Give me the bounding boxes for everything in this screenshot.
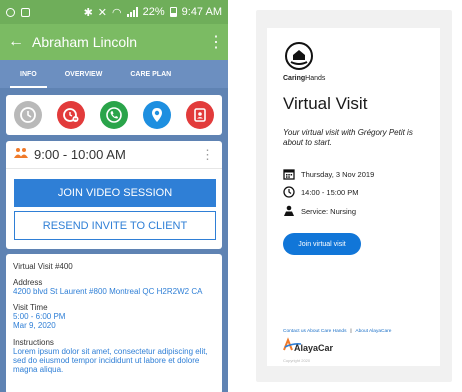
- svg-text:AlayaCare: AlayaCare: [294, 343, 333, 353]
- brand-name: CaringHands: [283, 75, 326, 82]
- address-value[interactable]: 4200 blvd St Laurent #800 Montreal QC H2…: [13, 287, 215, 296]
- visit-time-value: 5:00 - 6:00 PM: [13, 312, 66, 322]
- status-bar: ✱ ✕ ◠ 22% 9:47 AM: [0, 0, 228, 24]
- footer-separator: ||: [349, 329, 353, 334]
- clock-icon[interactable]: [13, 101, 42, 129]
- footer-links: Contact us About Care Hands || About Ala…: [283, 329, 391, 334]
- caregivers-icon: [14, 146, 28, 164]
- mute-icon: ✕: [97, 6, 107, 19]
- contact-card-icon[interactable]: [186, 101, 215, 129]
- visit-details-card: Virtual Visit #400 Address 4200 blvd St …: [6, 254, 222, 392]
- tab-bar: INFO OVERVIEW CARE PLAN: [0, 60, 228, 88]
- instructions-label: Instructions: [13, 337, 54, 347]
- signal-icon: [126, 7, 138, 17]
- visit-time-label: Visit Time: [13, 303, 48, 313]
- battery-percent: 22%: [142, 6, 165, 18]
- virtual-visit-card: CaringHands Virtual Visit Your virtual v…: [267, 28, 440, 366]
- about-alayacare-link[interactable]: About AlayaCare: [355, 329, 391, 334]
- address-label: Address: [13, 278, 43, 287]
- visit-time-range: 9:00 - 10:00 AM: [34, 147, 126, 162]
- caring-hands-logo-icon: [284, 41, 314, 76]
- join-video-session-button[interactable]: JOIN VIDEO SESSION: [14, 179, 216, 207]
- battery-icon: [169, 7, 177, 17]
- join-virtual-visit-button[interactable]: Join virtual visit: [283, 233, 361, 255]
- tab-overview[interactable]: OVERVIEW: [51, 60, 117, 88]
- back-arrow-icon[interactable]: ←: [8, 33, 32, 51]
- contact-us-link[interactable]: Contact us: [283, 329, 306, 334]
- more-vert-icon[interactable]: ⋮: [208, 32, 224, 52]
- visit-time-row: 9:00 - 10:00 AM ⋮: [6, 141, 222, 169]
- instructions-value: Lorem ipsum dolor sit amet, consectetur …: [13, 346, 208, 374]
- tab-info[interactable]: INFO: [6, 60, 51, 88]
- caregiver-icon: [283, 205, 295, 217]
- tab-care-plan[interactable]: CARE PLAN: [116, 60, 185, 88]
- clock-off-icon[interactable]: [56, 101, 85, 129]
- about-care-hands-link[interactable]: About Care Hands: [307, 329, 346, 334]
- notification-icon: [6, 7, 15, 17]
- visit-date-value: Mar 9, 2020: [13, 321, 56, 331]
- visit-time-info-row: 14:00 - 15:00 PM: [283, 186, 359, 198]
- visit-more-icon[interactable]: ⋮: [201, 147, 214, 163]
- bluetooth-icon: ✱: [83, 6, 93, 19]
- visit-number: Virtual Visit #400: [13, 262, 73, 271]
- visit-service-row: Service: Nursing: [283, 205, 356, 217]
- calendar-icon: [283, 168, 295, 180]
- clock-outline-icon: [283, 186, 295, 198]
- app-bar: ← Abraham Lincoln ⋮: [0, 24, 228, 60]
- page-title: Virtual Visit: [283, 94, 368, 113]
- image-notification-icon: [21, 7, 30, 17]
- copyright-text: Copyright 2020: [283, 358, 311, 363]
- visit-service: Service: Nursing: [301, 206, 357, 216]
- visit-date-row: Thursday, 3 Nov 2019: [283, 168, 374, 180]
- visit-date: Thursday, 3 Nov 2019: [301, 169, 375, 179]
- mobile-app-screen: ✱ ✕ ◠ 22% 9:47 AM ← Abraham Lincoln ⋮ IN…: [0, 0, 228, 392]
- visit-message: Your virtual visit with Grégory Petit is…: [283, 128, 413, 147]
- phone-icon[interactable]: [99, 101, 128, 129]
- status-time: 9:47 AM: [181, 6, 222, 18]
- client-name-title: Abraham Lincoln: [32, 34, 138, 50]
- resend-invite-button[interactable]: RESEND INVITE TO CLIENT: [14, 211, 216, 240]
- location-pin-icon[interactable]: [143, 101, 172, 129]
- quick-actions-card: [6, 95, 222, 135]
- visit-time: 14:00 - 15:00 PM: [301, 187, 359, 197]
- wifi-icon: ◠: [112, 6, 122, 19]
- visit-card: 9:00 - 10:00 AM ⋮ JOIN VIDEO SESSION RES…: [6, 141, 222, 249]
